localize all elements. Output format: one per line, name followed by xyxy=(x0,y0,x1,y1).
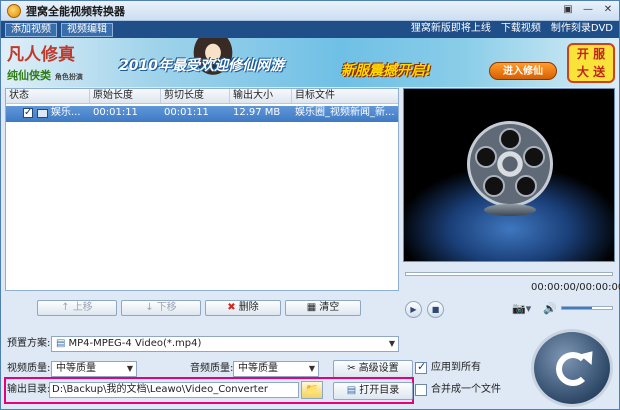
banner-headline-2: 新服震撼开启! xyxy=(341,63,432,79)
move-up-label: 上移 xyxy=(72,302,93,313)
merge-into-one-label: 合并成一个文件 xyxy=(431,384,501,395)
folder-open-icon: ▤ xyxy=(346,385,357,396)
move-up-button[interactable]: ↑ 上移 xyxy=(37,300,117,316)
banner-badge: 开 服 大 送 xyxy=(567,43,615,83)
move-down-label: 下移 xyxy=(156,302,177,313)
move-down-button[interactable]: ↓ 下移 xyxy=(121,300,201,316)
audio-quality-value: 中等质量 xyxy=(238,363,278,374)
apply-to-all-checkbox[interactable] xyxy=(415,360,427,374)
restore-icon[interactable]: ▣ xyxy=(561,4,575,17)
film-icon xyxy=(37,109,48,118)
row-original-length: 00:01:11 xyxy=(93,107,138,118)
reel-hole xyxy=(483,175,505,197)
open-folder-button[interactable]: ▤ 打开目录 xyxy=(333,382,413,400)
delete-icon: ✖ xyxy=(227,302,236,313)
reel-hole xyxy=(499,128,521,150)
reel-hole xyxy=(523,146,545,168)
edit-video-button[interactable]: 视频编辑 xyxy=(61,22,113,37)
menu-link-download-video[interactable]: 下载视频 xyxy=(501,22,541,36)
audio-quality-select[interactable]: 中等质量 ▼ xyxy=(233,361,319,377)
arrow-down-icon: ↓ xyxy=(145,302,154,313)
list-button-bar: ↑ 上移 ↓ 下移 ✖ 删除 ▦ 清空 xyxy=(37,300,361,316)
browse-folder-button[interactable]: 📁 xyxy=(301,381,323,399)
close-icon[interactable]: ✕ xyxy=(601,4,615,17)
delete-button[interactable]: ✖ 删除 xyxy=(205,300,281,316)
folder-icon: 📁 xyxy=(305,383,319,396)
clear-label: 清空 xyxy=(319,302,340,313)
film-reel-icon xyxy=(467,121,553,207)
chevron-down-icon: ▼ xyxy=(308,364,315,373)
column-cut-length[interactable]: 剪切长度 xyxy=(161,89,230,103)
banner-headline: 2010年最受欢迎修仙网游 xyxy=(119,58,284,74)
banner-logo-text-2: 修真 xyxy=(41,45,75,65)
banner-logo-subtitle: 纯仙侠类 xyxy=(7,69,51,82)
apply-to-all-label: 应用到所有 xyxy=(431,362,481,373)
volume-icon[interactable]: 🔊 xyxy=(543,302,557,315)
audio-quality-label: 音频质量: xyxy=(190,363,234,374)
stop-button[interactable]: ■ xyxy=(427,301,444,318)
menu-link-burn-dvd[interactable]: 制作刻录DVD xyxy=(551,22,613,36)
output-path-field[interactable]: D:\Backup\我的文档\Leawo\Video_Converter xyxy=(49,382,299,398)
row-status-cell: 娱乐... xyxy=(6,106,90,122)
volume-slider[interactable] xyxy=(561,306,613,310)
menu-bar: 添加视频 视频编辑 狸窝新版即将上线 下载视频 制作刻录DVD xyxy=(1,21,619,38)
reel-hole xyxy=(515,175,537,197)
banner-cta-button[interactable]: 进入修仙 xyxy=(489,62,557,80)
title-bar: 狸窝全能视频转换器 ▣ — ✕ xyxy=(1,1,619,21)
app-logo-icon xyxy=(7,3,21,18)
chevron-down-icon: ▼ xyxy=(126,364,133,373)
clear-list-icon: ▦ xyxy=(306,302,317,313)
banner-logo-subtitle-small: 角色扮演 xyxy=(54,73,83,81)
column-status[interactable]: 状态 xyxy=(6,89,90,103)
convert-button[interactable] xyxy=(531,329,613,407)
open-folder-label: 打开目录 xyxy=(359,385,400,396)
chevron-down-icon: ▼ xyxy=(388,339,395,348)
reel-stand xyxy=(484,204,536,216)
menu-link-new-version[interactable]: 狸窝新版即将上线 xyxy=(411,22,491,36)
file-list: 状态 原始长度 剪切长度 输出大小 目标文件 娱乐... 00:01:11 00… xyxy=(5,88,399,291)
preset-label: 预置方案: xyxy=(7,338,51,349)
advanced-settings-button[interactable]: ✂ 高级设置 xyxy=(333,360,413,378)
banner-logo-text-1: 凡人 xyxy=(7,45,41,65)
preset-format-icon: ▤ xyxy=(56,338,66,349)
stop-icon: ■ xyxy=(431,305,440,314)
column-original-length[interactable]: 原始长度 xyxy=(90,89,161,103)
preset-value: MP4-MPEG-4 Video(*.mp4) xyxy=(68,338,202,349)
video-quality-select[interactable]: 中等质量 ▼ xyxy=(51,361,137,377)
video-quality-value: 中等质量 xyxy=(56,363,96,374)
merge-into-one-checkbox[interactable] xyxy=(415,384,427,396)
volume-level xyxy=(562,307,592,309)
snapshot-camera-icon[interactable]: 📷▾ xyxy=(512,302,531,315)
row-file-name: 娱乐... xyxy=(51,107,81,118)
table-row[interactable]: 娱乐... 00:01:11 00:01:11 12.97 MB 娱乐圈_视频新… xyxy=(6,106,398,122)
row-target-file: 娱乐圈_视频新闻_新... xyxy=(295,107,395,118)
reel-hole xyxy=(475,146,497,168)
video-quality-label: 视频质量: xyxy=(7,363,51,374)
row-output-size: 12.97 MB xyxy=(233,107,281,118)
row-checkbox[interactable] xyxy=(23,106,33,120)
row-cut-length: 00:01:11 xyxy=(164,107,209,118)
seek-bar[interactable] xyxy=(405,272,613,276)
minimize-icon[interactable]: — xyxy=(581,4,595,17)
play-button[interactable]: ▶ xyxy=(405,301,422,318)
output-directory-label: 输出目录: xyxy=(7,384,51,395)
app-window: 狸窝全能视频转换器 ▣ — ✕ 添加视频 视频编辑 狸窝新版即将上线 下载视频 … xyxy=(0,0,620,410)
arrow-up-icon: ↑ xyxy=(61,302,70,313)
banner-logo: 凡人修真 纯仙侠类 角色扮演 xyxy=(7,40,107,85)
play-icon: ▶ xyxy=(410,305,417,314)
video-preview xyxy=(403,88,615,262)
advanced-settings-label: 高级设置 xyxy=(358,363,399,374)
add-video-button[interactable]: 添加视频 xyxy=(5,22,57,37)
playback-time: 00:00:00/00:00:00 xyxy=(531,282,620,293)
file-list-header: 状态 原始长度 剪切长度 输出大小 目标文件 xyxy=(6,89,398,104)
tools-icon: ✂ xyxy=(347,363,356,374)
clear-button[interactable]: ▦ 清空 xyxy=(285,300,361,316)
ad-banner[interactable]: 凡人修真 纯仙侠类 角色扮演 2010年最受欢迎修仙网游 新服震撼开启! 进入修… xyxy=(1,38,619,87)
window-title: 狸窝全能视频转换器 xyxy=(26,4,125,18)
preset-select[interactable]: ▤ MP4-MPEG-4 Video(*.mp4) ▼ xyxy=(51,336,399,352)
column-output-size[interactable]: 输出大小 xyxy=(230,89,292,103)
column-target-file[interactable]: 目标文件 xyxy=(292,89,398,103)
delete-label: 删除 xyxy=(238,302,259,313)
